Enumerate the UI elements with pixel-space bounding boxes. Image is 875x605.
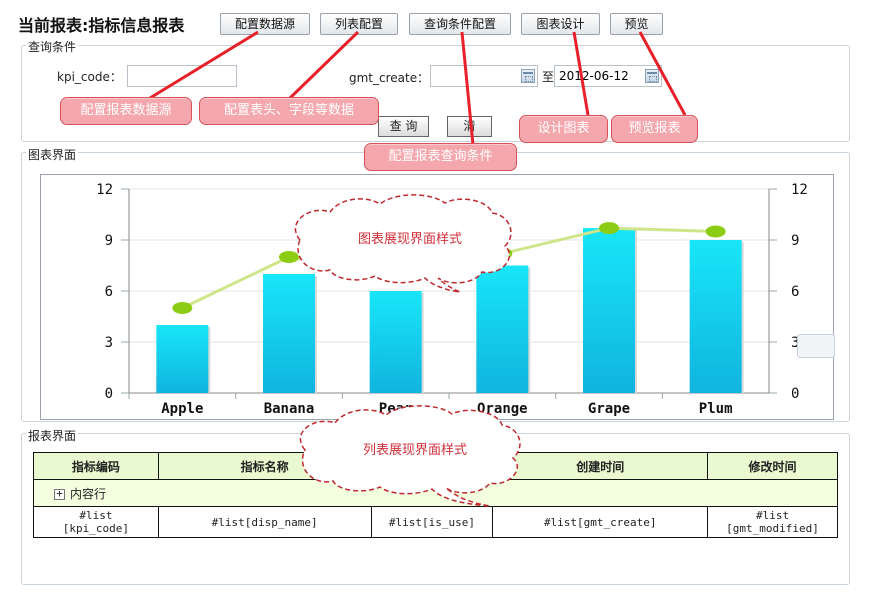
kpi-code-input[interactable] xyxy=(127,65,237,87)
group-row-label: 内容行 xyxy=(70,486,107,501)
x-tick-label: Orange xyxy=(477,401,528,417)
line-point xyxy=(599,222,619,235)
query-config-button[interactable]: 查询条件配置 xyxy=(409,13,511,35)
y-tick-label-right: 0 xyxy=(791,386,799,402)
table-cell: #list[gmt_create] xyxy=(492,506,709,538)
y-tick-label-right: 6 xyxy=(791,284,799,300)
x-tick-label: Grape xyxy=(588,401,630,417)
y-tick-label: 6 xyxy=(105,284,113,300)
chart-design-callout: 设计图表 xyxy=(519,115,608,143)
x-tick-label: Pear xyxy=(379,401,413,417)
query-panel-legend: 查询条件 xyxy=(26,38,79,55)
y-tick-label: 0 xyxy=(105,386,113,402)
kpi-code-label: kpi_code： xyxy=(57,70,122,84)
x-tick-label: Banana xyxy=(264,401,315,417)
table-cell: #list [gmt_modified] xyxy=(707,506,838,538)
page-title: 当前报表:指标信息报表 xyxy=(18,16,185,35)
chart-design-button[interactable]: 图表设计 xyxy=(521,13,600,35)
bar xyxy=(583,228,635,393)
x-tick-label: Plum xyxy=(699,401,733,417)
x-tick-label: Apple xyxy=(161,401,203,417)
datasource-callout: 配置报表数据源 xyxy=(60,97,192,125)
datasource-button[interactable]: 配置数据源 xyxy=(220,13,310,35)
line-point xyxy=(385,268,406,280)
chart-panel-legend: 图表界面 xyxy=(26,146,79,163)
clear-button[interactable]: 清 xyxy=(447,116,492,137)
bar xyxy=(476,265,529,393)
line-point xyxy=(279,251,299,263)
bar xyxy=(156,325,209,393)
line-point xyxy=(705,225,726,238)
table-cell: #list[is_use] xyxy=(370,506,494,538)
gmt-create-label: gmt_create： xyxy=(349,71,430,85)
chart-scroll-handle[interactable] xyxy=(797,334,835,358)
y-tick-label: 3 xyxy=(105,335,113,351)
column-header: 指标编码 xyxy=(33,452,159,480)
table-cell: #list[disp_name] xyxy=(157,506,372,538)
column-header: 指标名称 xyxy=(157,452,372,480)
bar-line-chart: 0 03 36 69 912 12Apple Banana Pear Orange Grape Pl… xyxy=(96,182,808,417)
y-tick-label-right: 12 xyxy=(791,182,808,198)
calendar-icon[interactable] xyxy=(645,69,659,83)
line-point xyxy=(492,247,513,260)
chart-style-cloud-label: 图表展现界面样式 xyxy=(357,232,462,247)
calendar-icon[interactable] xyxy=(521,69,535,83)
query-config-callout: 配置报表查询条件 xyxy=(364,143,517,171)
line-point xyxy=(172,302,193,314)
table-row: #list [kpi_code] #list[disp_name] #list[… xyxy=(33,506,838,538)
bar xyxy=(263,274,315,393)
report-panel-legend: 报表界面 xyxy=(26,427,79,444)
column-header: 创建时间 xyxy=(492,452,709,480)
query-panel xyxy=(21,45,850,142)
list-config-callout: 配置表头、字段等数据 xyxy=(199,97,379,125)
list-config-button[interactable]: 列表配置 xyxy=(320,13,398,35)
y-tick-label: 12 xyxy=(96,182,113,198)
group-row: + 内容行 xyxy=(33,479,838,507)
report-table: 指标编码 指标名称 创建时间 修改时间 + 内容行 #list [kpi_code… xyxy=(33,452,838,538)
table-cell: #list [kpi_code] xyxy=(33,506,159,538)
y-tick-label: 9 xyxy=(105,233,113,249)
range-separator: 至 xyxy=(542,70,555,84)
y-tick-label-right: 9 xyxy=(791,233,799,249)
chart-area: 0 0 3 3 6 6 9 9 12 12 Apple Banana Pear Orange Grape Pl… xyxy=(40,174,834,420)
query-button[interactable]: 查 询 xyxy=(378,116,429,137)
expand-icon[interactable]: + xyxy=(54,488,65,500)
bar xyxy=(369,291,422,393)
preview-callout: 预览报表 xyxy=(611,115,698,143)
bar xyxy=(689,240,742,393)
list-style-cloud-label: 列表展现界面样式 xyxy=(362,443,467,458)
column-header: 修改时间 xyxy=(707,452,838,480)
preview-button[interactable]: 预览 xyxy=(610,13,663,35)
